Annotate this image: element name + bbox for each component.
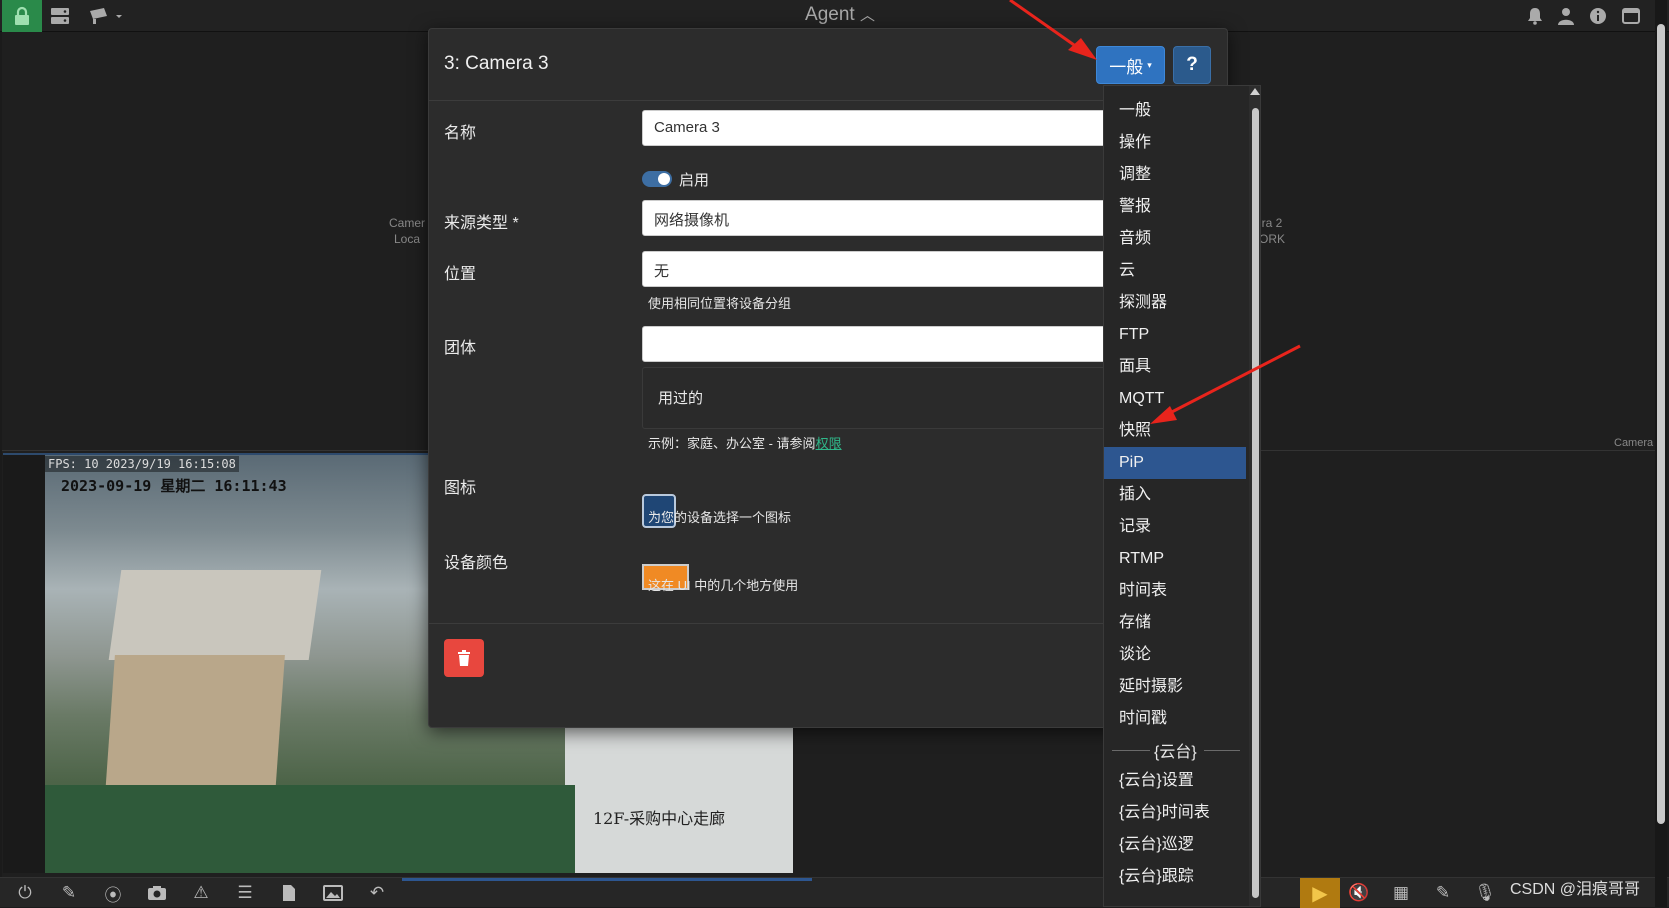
- menu-item[interactable]: 延时摄影: [1104, 671, 1246, 703]
- user-icon[interactable]: [1555, 6, 1577, 26]
- menu-item[interactable]: RTMP: [1104, 543, 1246, 575]
- section-dropdown-label: 一般: [1109, 57, 1144, 77]
- caret-down-icon: ▾: [1147, 59, 1152, 70]
- dialog-title: 3: Camera 3: [444, 53, 549, 74]
- permissions-link[interactable]: 权限: [816, 436, 842, 451]
- menu-item-ptz[interactable]: {云台}设置: [1104, 765, 1246, 797]
- snapshot-icon[interactable]: [144, 881, 170, 905]
- menu-separator: {云台}: [1104, 740, 1246, 761]
- file-icon[interactable]: [276, 881, 302, 905]
- menu-item[interactable]: 存储: [1104, 607, 1246, 639]
- section-dropdown-button[interactable]: 一般 ▾: [1096, 46, 1165, 84]
- name-label: 名称: [444, 125, 477, 142]
- used-label: 用过的: [658, 390, 704, 407]
- fps-overlay: FPS: 10 2023/9/19 16:15:08: [45, 456, 239, 472]
- bell-icon[interactable]: [1524, 6, 1546, 26]
- group-hint: 示例：家庭、办公室 - 请参阅权限: [648, 436, 842, 451]
- camera-menu-icon[interactable]: [86, 6, 126, 26]
- menu-item-ptz[interactable]: {云台}时间表: [1104, 797, 1246, 829]
- record-icon[interactable]: ⦿: [100, 881, 126, 905]
- menu-item[interactable]: 探测器: [1104, 287, 1246, 319]
- lock-icon: [15, 6, 29, 25]
- app-title[interactable]: Agent ︿: [760, 4, 920, 26]
- bottom-toolbar: ⏻ ✎ ⦿ ⚠ ☰ ↶ ▶ 🔇 ▦ ✎ 🎙: [0, 877, 1669, 908]
- location-label: 位置: [444, 266, 477, 283]
- source-type-label: 来源类型 *: [444, 215, 519, 232]
- menu-scrollbar[interactable]: [1249, 86, 1260, 906]
- server-icon[interactable]: [49, 6, 71, 26]
- menu-item[interactable]: 云: [1104, 255, 1246, 287]
- delete-button[interactable]: [444, 639, 484, 677]
- enabled-toggle[interactable]: [642, 171, 672, 187]
- menu-separator-label: {云台}: [1154, 744, 1197, 761]
- menu-item[interactable]: 操作: [1104, 127, 1246, 159]
- osd-timestamp: 2023-09-19 星期二 16:11:43: [61, 477, 287, 495]
- device-color-label: 设备颜色: [444, 555, 509, 572]
- trash-icon: [458, 650, 470, 666]
- microphone-icon[interactable]: 🎙: [1472, 881, 1498, 905]
- menu-item[interactable]: FTP: [1104, 319, 1246, 351]
- menu-item[interactable]: 时间戳: [1104, 703, 1246, 735]
- menu-item[interactable]: 一般: [1104, 95, 1246, 127]
- icon-hint: 为您的设备选择一个图标: [648, 510, 792, 525]
- menu-item[interactable]: 面具: [1104, 351, 1246, 383]
- edit-layout-icon[interactable]: ✎: [1430, 881, 1456, 905]
- menu-item[interactable]: 音频: [1104, 223, 1246, 255]
- menu-item-ptz[interactable]: {云台}跟踪: [1104, 861, 1246, 893]
- menu-item-ptz[interactable]: {云台}巡逻: [1104, 829, 1246, 861]
- page-scrollbar[interactable]: [1655, 0, 1667, 907]
- enabled-label: 启用: [679, 172, 710, 189]
- mute-icon[interactable]: 🔇: [1346, 881, 1372, 905]
- menu-item[interactable]: MQTT: [1104, 383, 1246, 415]
- group-label: 团体: [444, 340, 477, 357]
- menu-item[interactable]: 记录: [1104, 511, 1246, 543]
- menu-item[interactable]: PiP: [1104, 447, 1246, 479]
- undo-icon[interactable]: ↶: [364, 881, 390, 905]
- alert-icon[interactable]: ⚠: [188, 881, 214, 905]
- osd-camera-name: 12F-采购中心走廊: [593, 809, 726, 828]
- menu-item[interactable]: 警报: [1104, 191, 1246, 223]
- image-icon[interactable]: [320, 881, 346, 905]
- menu-item[interactable]: 时间表: [1104, 575, 1246, 607]
- watermark: CSDN @泪痕哥哥: [1510, 881, 1641, 898]
- color-hint: 这在 UI 中的几个地方使用: [648, 578, 799, 593]
- icon-label: 图标: [444, 480, 477, 497]
- menu-item[interactable]: 插入: [1104, 479, 1246, 511]
- power-icon[interactable]: ⏻: [12, 881, 38, 905]
- lock-button[interactable]: [2, 0, 42, 32]
- help-button[interactable]: ?: [1173, 46, 1211, 84]
- menu-item[interactable]: 谈论: [1104, 639, 1246, 671]
- edit-icon[interactable]: ✎: [56, 881, 82, 905]
- window-icon[interactable]: [1620, 6, 1642, 26]
- location-hint: 使用相同位置将设备分组: [648, 296, 792, 311]
- info-icon[interactable]: [1587, 6, 1609, 26]
- progress-strip: [402, 878, 812, 881]
- checklist-icon[interactable]: ☰: [232, 881, 258, 905]
- grid-icon[interactable]: ▦: [1388, 881, 1414, 905]
- tile-label-corner: Camera: [1614, 437, 1654, 449]
- section-dropdown-menu: 一般 操作 调整 警报 音频云探测器 FTP 面具 MQTT 快照 PiP 插入 记录 RTMP 时间表存…: [1103, 85, 1261, 907]
- play-button[interactable]: ▶: [1300, 878, 1340, 908]
- menu-item[interactable]: 快照: [1104, 415, 1246, 447]
- menu-item[interactable]: 调整: [1104, 159, 1246, 191]
- tile-label-left: Camer Loca: [388, 216, 425, 246]
